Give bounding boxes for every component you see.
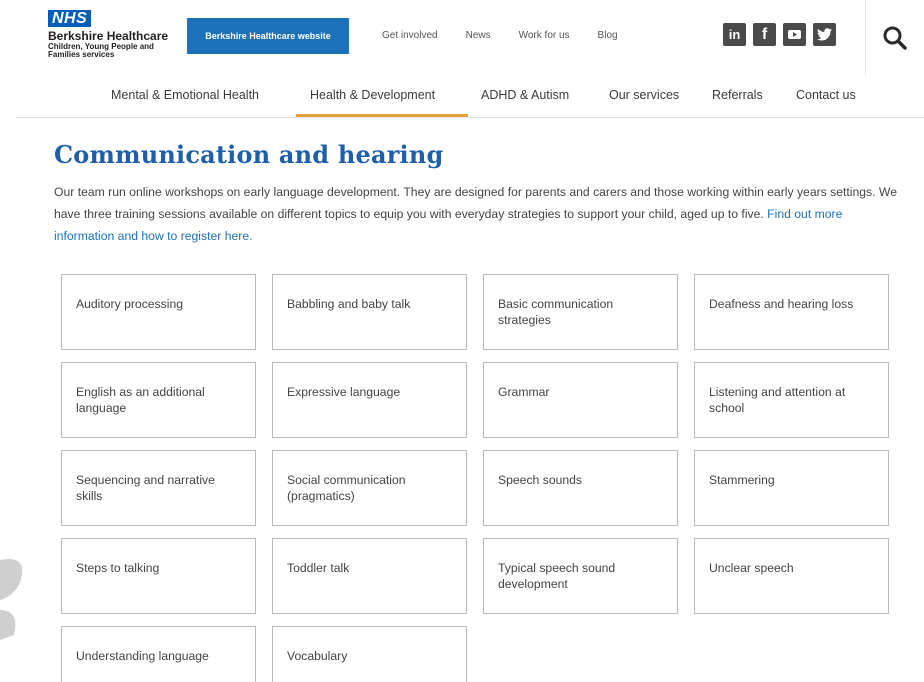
topic-card[interactable]: Basic communication strategies (483, 274, 678, 350)
topic-card[interactable]: Listening and attention at school (694, 362, 889, 438)
berkshire-website-button[interactable]: Berkshire Healthcare website (187, 18, 349, 54)
nav-adhd-autism[interactable]: ADHD & Autism (481, 88, 569, 102)
topic-card[interactable]: Unclear speech (694, 538, 889, 614)
nav-active-indicator (296, 114, 468, 117)
youtube-icon[interactable] (783, 23, 806, 46)
topic-card[interactable]: Grammar (483, 362, 678, 438)
nav-referrals[interactable]: Referrals (712, 88, 763, 102)
topic-card[interactable]: Steps to talking (61, 538, 256, 614)
topic-card[interactable]: Vocabulary (272, 626, 467, 682)
linkedin-icon[interactable]: in (723, 23, 746, 46)
topic-card[interactable]: Typical speech sound development (483, 538, 678, 614)
nav-health-development[interactable]: Health & Development (310, 88, 435, 102)
twitter-icon[interactable] (813, 23, 836, 46)
nav-our-services[interactable]: Our services (609, 88, 679, 102)
site-header: NHS Berkshire Healthcare Children, Young… (0, 0, 924, 76)
topic-card[interactable]: Babbling and baby talk (272, 274, 467, 350)
logo-subtitle: Children, Young People and Families serv… (48, 42, 154, 59)
page-title: Communication and hearing (54, 140, 444, 169)
facebook-icon[interactable]: f (753, 23, 776, 46)
main-navigation: Mental & Emotional Health Health & Devel… (16, 76, 924, 118)
topic-card[interactable]: English as an additional language (61, 362, 256, 438)
topic-card[interactable]: Auditory processing (61, 274, 256, 350)
top-links: Get involved News Work for us Blog (382, 30, 646, 41)
topic-card[interactable]: Sequencing and narrative skills (61, 450, 256, 526)
link-work-for-us[interactable]: Work for us (519, 30, 570, 41)
topic-card[interactable]: Expressive language (272, 362, 467, 438)
topic-card[interactable]: Deafness and hearing loss (694, 274, 889, 350)
link-blog[interactable]: Blog (598, 30, 618, 41)
nav-contact-us[interactable]: Contact us (796, 88, 856, 102)
search-icon (883, 26, 907, 50)
social-icons: in f (723, 23, 836, 46)
nhs-logo[interactable]: NHS Berkshire Healthcare Children, Young… (48, 10, 188, 59)
topic-card[interactable]: Understanding language (61, 626, 256, 682)
topic-card[interactable]: Stammering (694, 450, 889, 526)
topic-card[interactable]: Speech sounds (483, 450, 678, 526)
search-button[interactable] (865, 0, 924, 76)
topic-card[interactable]: Social communication (pragmatics) (272, 450, 467, 526)
topic-grid: Auditory processing Babbling and baby ta… (61, 274, 891, 682)
nhs-badge: NHS (48, 10, 92, 27)
nav-mental-emotional-health[interactable]: Mental & Emotional Health (111, 88, 259, 102)
topic-card[interactable]: Toddler talk (272, 538, 467, 614)
decorative-shape (0, 559, 23, 640)
link-news[interactable]: News (466, 30, 491, 41)
intro-paragraph: Our team run online workshops on early l… (54, 181, 904, 247)
link-get-involved[interactable]: Get involved (382, 30, 438, 41)
